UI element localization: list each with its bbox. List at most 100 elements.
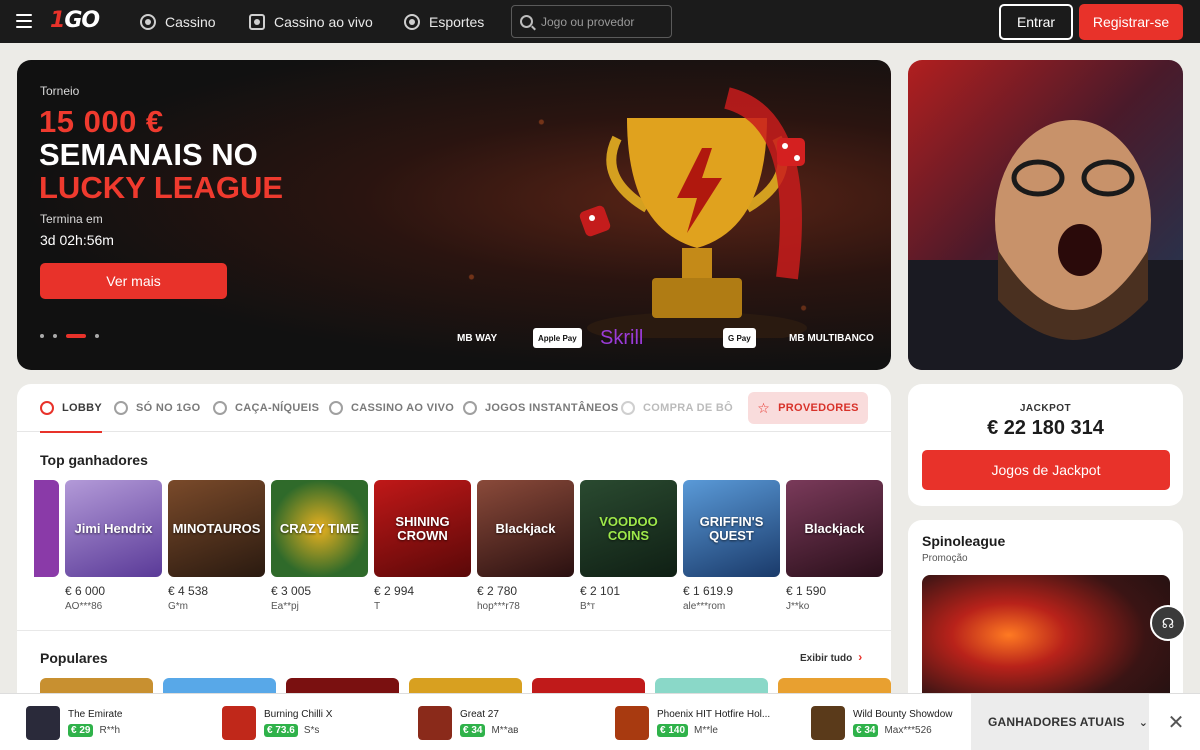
game-thumbnail: Blackjack bbox=[477, 480, 574, 577]
tab-slots[interactable]: CAÇA-NÍQUEIS bbox=[213, 384, 319, 432]
carousel-dot[interactable] bbox=[40, 334, 44, 338]
winner-user: S*s bbox=[303, 725, 320, 736]
gift-icon bbox=[621, 401, 635, 415]
see-all-link[interactable]: Exibir tudo › bbox=[800, 650, 862, 664]
nav-casino[interactable]: Cassino bbox=[140, 0, 216, 43]
spinoleague-card[interactable]: Spinoleague Promoção bbox=[908, 520, 1183, 720]
tab-instant-games[interactable]: JOGOS INSTANTÂNEOS bbox=[463, 384, 619, 432]
game-name: The Emirate bbox=[68, 709, 123, 720]
win-amount: € 4 538 bbox=[168, 584, 209, 598]
search-input[interactable] bbox=[541, 14, 661, 29]
hero-countdown: 3d 02h:56m bbox=[40, 232, 114, 248]
carousel-dot[interactable] bbox=[53, 334, 57, 338]
hero-ends-label: Termina em bbox=[40, 212, 103, 226]
star-icon: ☆ bbox=[757, 399, 771, 416]
nav-live-casino[interactable]: Cassino ao vivo bbox=[249, 0, 373, 43]
winner-user: Ea**pj bbox=[271, 601, 299, 612]
win-amount: € 1 590 bbox=[786, 584, 827, 598]
game-thumbnail: Blackjack bbox=[786, 480, 883, 577]
lobby-icon bbox=[40, 401, 54, 415]
win-amount: € 34 bbox=[853, 724, 879, 737]
winner-card[interactable]: SHINING CROWN € 2 994 T bbox=[374, 480, 471, 612]
jackpot-amount: € 22 180 314 bbox=[987, 417, 1104, 439]
winner-card[interactable]: MINOTAUROS € 4 538 G*m bbox=[168, 480, 265, 612]
register-button[interactable]: Registrar-se bbox=[1079, 4, 1183, 40]
section-title-popular: Populares bbox=[40, 650, 108, 666]
win-amount: € 6 000 bbox=[65, 584, 106, 598]
recent-win-item[interactable]: Burning Chilli X € 73.6 S*s bbox=[222, 706, 332, 740]
menu-icon[interactable] bbox=[16, 14, 32, 28]
game-thumbnail bbox=[222, 706, 256, 740]
carousel-dot[interactable] bbox=[95, 334, 99, 338]
win-amount: € 1 619.9 bbox=[683, 584, 734, 598]
category-tabs: LOBBY SÓ NO 1GO CAÇA-NÍQUEIS CASSINO AO … bbox=[17, 384, 891, 433]
winner-card[interactable]: CRAZY TIME € 3 005 Ea**pj bbox=[271, 480, 368, 612]
google-pay-logo: G Pay bbox=[723, 328, 756, 348]
multibanco-logo: MB MULTIBANCO bbox=[789, 332, 874, 344]
winners-filter-dropdown[interactable]: GANHADORES ATUAIS ⌄ bbox=[971, 694, 1149, 750]
winner-user: R**h bbox=[99, 725, 121, 736]
lightning-icon bbox=[463, 401, 477, 415]
recent-win-item[interactable]: Wild Bounty Showdow € 34 Max***526 bbox=[811, 706, 953, 740]
win-amount: € 3 005 bbox=[271, 584, 312, 598]
promo-streamer-banner[interactable] bbox=[908, 60, 1183, 370]
jackpot-games-button[interactable]: Jogos de Jackpot bbox=[922, 450, 1170, 490]
game-thumbnail: MINOTAUROS bbox=[168, 480, 265, 577]
slot-machine-icon bbox=[213, 401, 227, 415]
hero-title-highlight: LUCKY LEAGUE bbox=[39, 170, 284, 205]
carousel-dot-active[interactable] bbox=[66, 334, 86, 338]
tab-live-casino[interactable]: CASSINO AO VIVO bbox=[329, 384, 454, 432]
winner-card[interactable]: GRIFFIN'S QUEST € 1 619.9 ale***rom bbox=[683, 480, 780, 612]
streamer-photo bbox=[908, 120, 1183, 370]
game-name: Wild Bounty Showdow bbox=[853, 709, 953, 720]
winner-user: AO***86 bbox=[65, 601, 103, 612]
winner-user: ale***rom bbox=[683, 601, 726, 612]
live-casino-icon bbox=[329, 401, 343, 415]
spinoleague-title: Spinoleague bbox=[922, 533, 1006, 549]
winner-card[interactable]: Blackjack € 1 590 J**ko bbox=[786, 480, 883, 612]
winner-card[interactable]: VOODOO COINS € 2 101 B*т bbox=[580, 480, 677, 612]
hero-banner[interactable]: Torneio 15 000 € SEMANAIS NO LUCKY LEAGU… bbox=[17, 60, 891, 370]
game-thumbnail bbox=[26, 706, 60, 740]
section-title-top-winners: Top ganhadores bbox=[40, 452, 148, 468]
jackpot-label: JACKPOT bbox=[1019, 403, 1072, 414]
winner-card[interactable]: Blackjack € 2 780 hop***r78 bbox=[477, 480, 574, 612]
game-name: Burning Chilli X bbox=[264, 709, 333, 720]
search-box[interactable] bbox=[511, 5, 672, 38]
tab-lobby[interactable]: LOBBY bbox=[40, 384, 102, 433]
support-headset-icon[interactable]: ☊ bbox=[1150, 605, 1186, 641]
game-name: Great 27 bbox=[460, 709, 499, 720]
chevron-down-icon: ⌄ bbox=[1138, 716, 1149, 729]
win-amount: € 2 994 bbox=[374, 584, 415, 598]
site-logo[interactable]: 1GO bbox=[50, 8, 100, 33]
recent-win-item[interactable]: Great 27 € 34 M**ав bbox=[418, 706, 518, 740]
game-thumbnail bbox=[418, 706, 452, 740]
recent-win-item[interactable]: The Emirate € 29 R**h bbox=[26, 706, 122, 740]
winner-user: B*т bbox=[580, 601, 596, 612]
winner-user: hop***r78 bbox=[477, 601, 520, 612]
login-button[interactable]: Entrar bbox=[999, 4, 1073, 40]
current-winners-bar: The Emirate € 29 R**h Burning Chilli X € … bbox=[0, 693, 1200, 750]
nav-sports[interactable]: Esportes bbox=[404, 0, 484, 43]
tab-only-1go[interactable]: SÓ NO 1GO bbox=[114, 384, 200, 432]
winner-user: M**ав bbox=[491, 725, 519, 736]
winner-card[interactable]: Jimi Hendrix € 6 000 AO***86 bbox=[65, 480, 162, 612]
hero-prize-amount: 15 000 € bbox=[39, 104, 164, 139]
chevron-right-icon: › bbox=[858, 650, 863, 664]
game-thumbnail: Jimi Hendrix bbox=[65, 480, 162, 577]
tab-bonus-buy[interactable]: COMPRA DE BÔ bbox=[621, 384, 733, 432]
hero-see-more-button[interactable]: Ver mais bbox=[40, 263, 227, 299]
game-name: Phoenix HIT Hotfire Hol... bbox=[657, 709, 771, 720]
close-icon[interactable]: ✕ bbox=[1164, 708, 1188, 736]
game-tile-partial[interactable] bbox=[34, 480, 59, 577]
spinoleague-subtitle: Promoção bbox=[922, 553, 968, 564]
mbway-logo: MB WAY bbox=[457, 332, 498, 344]
section-divider bbox=[17, 630, 891, 631]
game-thumbnail: SHINING CROWN bbox=[374, 480, 471, 577]
hero-kicker: Torneio bbox=[40, 84, 80, 98]
top-header: 1GO Cassino Cassino ao vivo Esportes Ent… bbox=[0, 0, 1200, 43]
apple-pay-logo: Apple Pay bbox=[533, 328, 582, 348]
winner-user: M**le bbox=[694, 725, 718, 736]
providers-button[interactable]: ☆ PROVEDORES bbox=[748, 392, 868, 424]
recent-win-item[interactable]: Phoenix HIT Hotfire Hol... € 140 M**le bbox=[615, 706, 770, 740]
